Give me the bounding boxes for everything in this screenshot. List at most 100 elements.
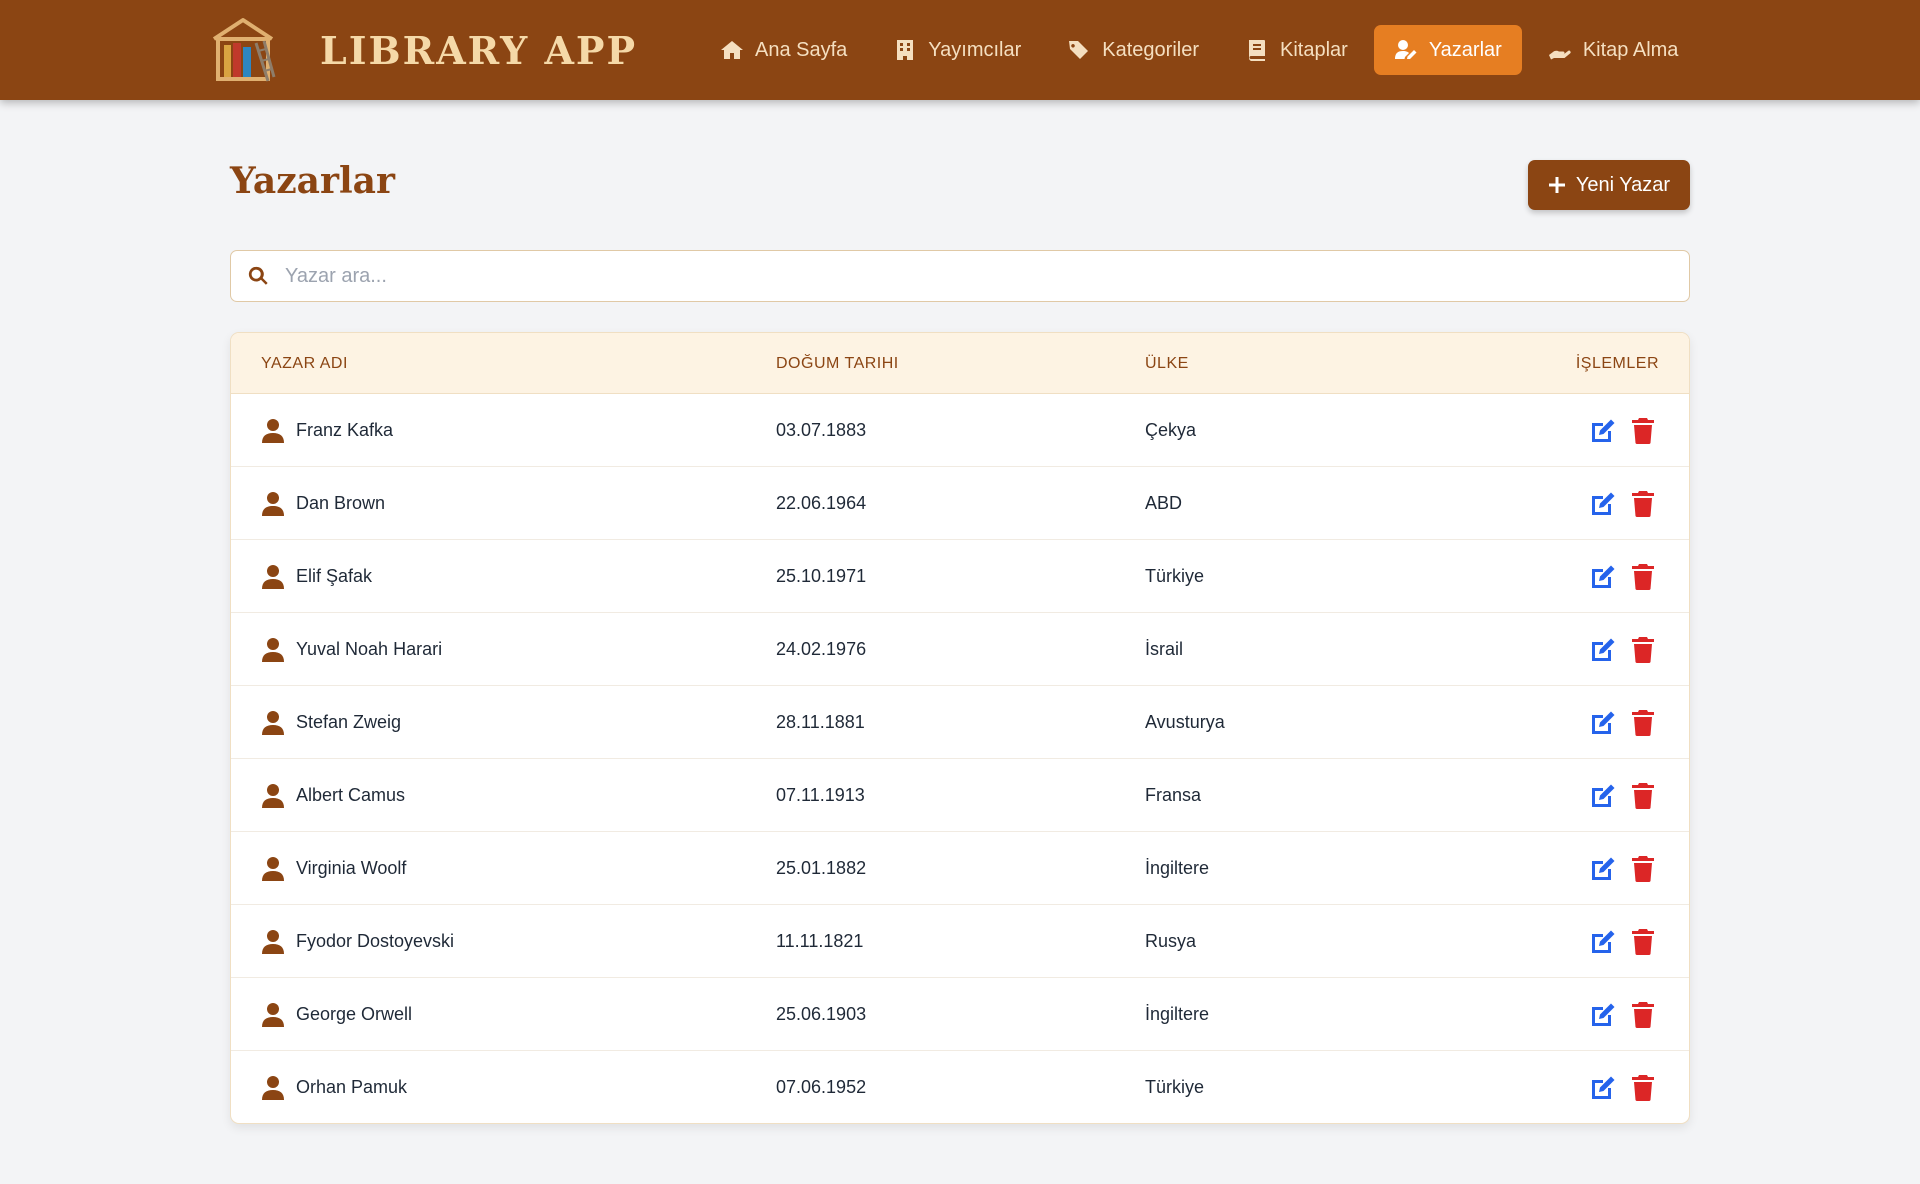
edit-button[interactable] (1589, 563, 1617, 591)
nav-item-yazarlar[interactable]: Yazarlar (1373, 25, 1522, 75)
table-header: YAZAR ADI DOĞUM TARIHI ÜLKE İŞLEMLER (231, 333, 1689, 394)
book-icon (1248, 40, 1265, 61)
author-birth-date: 28.11.1881 (776, 712, 865, 732)
delete-button[interactable] (1631, 490, 1659, 518)
author-country: ABD (1145, 493, 1183, 513)
edit-button[interactable] (1589, 1074, 1617, 1102)
author-country: İsrail (1145, 639, 1184, 659)
row-actions (1589, 540, 1659, 613)
author-name: Albert Camus (296, 785, 406, 805)
row-actions (1589, 686, 1659, 759)
edit-button[interactable] (1589, 709, 1617, 737)
edit-icon (1592, 565, 1615, 588)
header-country[interactable]: ÜLKE (1145, 333, 1189, 394)
trash-icon (1632, 782, 1654, 809)
edit-icon (1592, 784, 1615, 807)
row-actions (1589, 467, 1659, 540)
nav-label: Yazarlar (1428, 38, 1502, 61)
edit-icon (1592, 930, 1615, 953)
edit-icon (1592, 638, 1615, 661)
author-birth-date: 25.01.1882 (776, 858, 867, 878)
edit-button[interactable] (1589, 855, 1617, 883)
author-name: Elif Şafak (296, 566, 373, 586)
header-actions: İŞLEMLER (1575, 355, 1659, 372)
delete-button[interactable] (1631, 1074, 1659, 1102)
author-name-cell: Orhan Pamuk (261, 1051, 407, 1123)
brand[interactable]: LIBRARY APP (208, 14, 637, 86)
trash-icon (1632, 928, 1654, 955)
header-name[interactable]: YAZAR ADI (261, 333, 348, 394)
delete-button[interactable] (1631, 1001, 1659, 1029)
nav-item-yayimcilar[interactable]: Yayımcılar (873, 25, 1041, 75)
delete-button[interactable] (1631, 782, 1659, 810)
navbar: LIBRARY APP Ana Sayfa Yayımcılar Kategor… (0, 0, 1920, 100)
row-actions (1589, 905, 1659, 978)
delete-button[interactable] (1631, 709, 1659, 737)
nav-item-ana-sayfa[interactable]: Ana Sayfa (700, 25, 867, 75)
author-name-cell: Yuval Noah Harari (261, 613, 442, 686)
hand-holding-icon (1548, 50, 1571, 60)
nav-label: Yayımcılar (928, 38, 1022, 61)
delete-button[interactable] (1631, 563, 1659, 591)
edit-icon (1592, 1003, 1615, 1026)
search-input[interactable] (285, 251, 1689, 301)
delete-button[interactable] (1631, 417, 1659, 445)
delete-button[interactable] (1631, 928, 1659, 956)
edit-icon (1592, 711, 1615, 734)
table-row: Orhan Pamuk 07.06.1952 Türkiye (231, 1051, 1689, 1123)
delete-button[interactable] (1631, 636, 1659, 664)
table-row: Virginia Woolf 25.01.1882 İngiltere (231, 832, 1689, 905)
nav-item-kitaplar[interactable]: Kitaplar (1225, 25, 1368, 75)
edit-button[interactable] (1589, 782, 1617, 810)
new-author-label: Yeni Yazar (1575, 173, 1671, 196)
nav-item-kategoriler[interactable]: Kategoriler (1047, 25, 1219, 75)
edit-button[interactable] (1589, 1001, 1617, 1029)
trash-icon (1632, 417, 1654, 444)
author-country: İngiltere (1145, 1004, 1210, 1024)
author-name-cell: Elif Şafak (261, 540, 372, 613)
trash-icon (1632, 563, 1654, 590)
author-name: Fyodor Dostoyevski (296, 931, 455, 951)
user-icon (262, 1075, 284, 1100)
author-birth-date: 25.06.1903 (776, 1004, 867, 1024)
delete-button[interactable] (1631, 855, 1659, 883)
edit-button[interactable] (1589, 636, 1617, 664)
header-birth-date[interactable]: DOĞUM TARIHI (776, 333, 899, 394)
table-row: George Orwell 25.06.1903 İngiltere (231, 978, 1689, 1051)
edit-icon (1592, 492, 1615, 515)
author-birth-date: 07.06.1952 (776, 1077, 867, 1097)
table-row: Franz Kafka 03.07.1883 Çekya (231, 394, 1689, 467)
user-icon (262, 418, 284, 443)
edit-button[interactable] (1589, 417, 1617, 445)
author-country: Rusya (1145, 931, 1197, 951)
edit-button[interactable] (1589, 490, 1617, 518)
trash-icon (1632, 855, 1654, 882)
trash-icon (1632, 1074, 1654, 1101)
page-title: Yazarlar (230, 160, 395, 202)
nav-label: Ana Sayfa (755, 38, 848, 61)
row-actions (1589, 394, 1659, 467)
edit-button[interactable] (1589, 928, 1617, 956)
table-row: Yuval Noah Harari 24.02.1976 İsrail (231, 613, 1689, 686)
new-author-button[interactable]: Yeni Yazar (1528, 160, 1690, 210)
search-box (230, 250, 1690, 302)
nav-item-kitap-alma[interactable]: Kitap Alma (1528, 25, 1699, 75)
author-birth-date: 07.11.1913 (776, 785, 865, 805)
author-country: İngiltere (1145, 858, 1210, 878)
user-icon (262, 637, 284, 662)
home-icon (721, 41, 743, 59)
row-actions (1589, 978, 1659, 1051)
trash-icon (1632, 490, 1654, 517)
table-body: Franz Kafka 03.07.1883 Çekya Dan Brown 2… (231, 394, 1689, 1123)
row-actions (1589, 759, 1659, 832)
author-country: Çekya (1145, 420, 1197, 440)
table-row: Fyodor Dostoyevski 11.11.1821 Rusya (231, 905, 1689, 978)
author-birth-date: 24.02.1976 (776, 639, 867, 659)
main-nav: Ana Sayfa Yayımcılar Kategoriler Kitapla… (700, 25, 1704, 75)
author-name-cell: Virginia Woolf (261, 832, 406, 905)
user-icon (262, 783, 284, 808)
user-icon (262, 1002, 284, 1027)
author-name-cell: Fyodor Dostoyevski (261, 905, 454, 978)
brand-title: LIBRARY APP (320, 27, 638, 73)
nav-label: Kitaplar (1280, 38, 1348, 61)
